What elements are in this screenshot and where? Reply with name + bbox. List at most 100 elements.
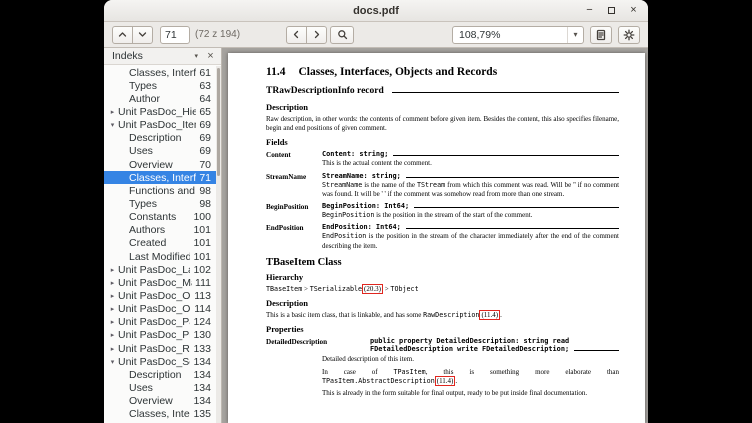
index-tree-row[interactable]: ▸Unit PasDoc_Main111 <box>104 276 216 289</box>
class-heading: TBaseItem Class <box>266 257 619 268</box>
field-declaration: Content: string; <box>322 150 388 158</box>
index-tree-row[interactable]: Overview70 <box>104 158 216 171</box>
tree-item-page-number: 69 <box>196 119 216 131</box>
field-entry: BeginPositionBeginPosition: Int64;BeginP… <box>266 202 619 220</box>
tree-item-label: Uses <box>129 382 190 394</box>
tree-item-label: Unit PasDoc_Reg <box>118 343 190 355</box>
index-tree-row[interactable]: ▸Unit PasDoc_Lan...102 <box>104 263 216 276</box>
index-tree-row[interactable]: Overview134 <box>104 395 216 408</box>
titlebar[interactable]: docs.pdf − × <box>104 0 648 22</box>
expander-closed-icon[interactable]: ▸ <box>107 292 118 300</box>
index-tree-row[interactable]: Description69 <box>104 132 216 145</box>
index-tree-row[interactable]: Classes, Interfa...135 <box>104 408 216 421</box>
text-run: This is already in the form suitable for… <box>322 389 587 397</box>
expander-closed-icon[interactable]: ▸ <box>107 331 118 339</box>
tree-item-label: Created <box>129 237 190 249</box>
annotate-button[interactable] <box>590 26 612 44</box>
text-run: TPasItem.AbstractDescription <box>322 377 435 385</box>
close-icon: × <box>630 5 636 16</box>
next-page-button[interactable] <box>132 26 153 44</box>
class-description-heading: Description <box>266 298 619 308</box>
class-hierarchy: TBaseItem > TSerializable(20.3) > TObjec… <box>266 285 619 294</box>
index-tree-row[interactable]: ▸Unit PasDoc_Hier...65 <box>104 105 216 118</box>
expander-open-icon[interactable]: ▾ <box>107 121 118 129</box>
index-tree-row[interactable]: ▸Unit PasDoc_Proc...130 <box>104 329 216 342</box>
expander-closed-icon[interactable]: ▸ <box>107 279 118 287</box>
sidebar-header[interactable]: Indeks ▾ × <box>104 48 221 65</box>
tree-item-label: Types <box>129 80 196 92</box>
tree-item-label: Constants <box>129 211 190 223</box>
expander-closed-icon[interactable]: ▸ <box>107 345 118 353</box>
scrollbar-thumb[interactable] <box>217 68 220 176</box>
minimize-button[interactable]: − <box>582 3 597 18</box>
chevron-right-icon <box>311 29 322 40</box>
index-tree-row[interactable]: Uses134 <box>104 381 216 394</box>
expander-open-icon[interactable]: ▾ <box>107 358 118 366</box>
index-tree-row[interactable]: ▸Unit PasDoc_Reg133 <box>104 342 216 355</box>
tree-item-page-number: 124 <box>190 316 216 328</box>
pdf-link[interactable]: (20.3) <box>362 284 383 294</box>
index-tree-row[interactable]: Constants100 <box>104 211 216 224</box>
property-paragraph: In case of TPasItem, this is something m… <box>322 368 619 386</box>
expander-closed-icon[interactable]: ▸ <box>107 318 118 326</box>
menu-button[interactable] <box>618 26 640 44</box>
fields-list: ContentContent: string;This is the actua… <box>266 150 619 250</box>
tree-item-page-number: 69 <box>196 132 216 144</box>
text-run: . <box>500 311 502 319</box>
expander-closed-icon[interactable]: ▸ <box>107 108 118 116</box>
index-tree-row[interactable]: Description134 <box>104 368 216 381</box>
tree-item-label: Functions and P... <box>129 185 196 197</box>
tree-item-page-number: 64 <box>196 93 216 105</box>
page-count-label: (72 z 194) <box>195 29 240 40</box>
index-tree-row[interactable]: ▾Unit PasDoc_Sca...134 <box>104 355 216 368</box>
tree-item-page-number: 69 <box>196 145 216 157</box>
document-area[interactable]: 11.4Classes, Interfaces, Objects and Rec… <box>222 48 648 423</box>
index-tree-row[interactable]: Authors101 <box>104 224 216 237</box>
sidebar-close-button[interactable]: × <box>204 50 217 62</box>
section-heading: 11.4Classes, Interfaces, Objects and Rec… <box>266 66 619 78</box>
tree-item-label: Author <box>129 93 196 105</box>
previous-page-button[interactable] <box>112 26 133 44</box>
page-number-input[interactable] <box>160 26 190 44</box>
sidebar-scrollbar[interactable] <box>216 66 221 423</box>
field-description: This is the actual content the comment. <box>322 159 619 168</box>
zoom-level-select[interactable]: 108,79% ▾ <box>452 26 584 44</box>
declaration-rule <box>414 207 619 208</box>
index-tree-row[interactable]: Types63 <box>104 79 216 92</box>
fields-heading: Fields <box>266 137 619 147</box>
expander-closed-icon[interactable]: ▸ <box>107 305 118 313</box>
search-icon <box>337 29 348 40</box>
toolbar: (72 z 194) 108,79% ▾ <box>104 22 648 48</box>
index-tree-row[interactable]: Created101 <box>104 237 216 250</box>
index-tree-row[interactable]: Functions and P...98 <box>104 184 216 197</box>
expander-closed-icon[interactable]: ▸ <box>107 266 118 274</box>
index-tree-row[interactable]: Classes, Interfa...61 <box>104 66 216 79</box>
history-forward-button[interactable] <box>306 26 327 44</box>
pdf-link[interactable]: (11.4) <box>479 310 500 320</box>
tree-item-page-number: 61 <box>196 67 216 79</box>
index-tree-row[interactable]: ▸Unit PasDoc_Opti...114 <box>104 303 216 316</box>
field-description: StreamName is the name of the TStream fr… <box>322 181 619 199</box>
tree-item-page-number: 134 <box>190 395 216 407</box>
search-button[interactable] <box>330 26 354 44</box>
index-tree-row[interactable]: ▾Unit PasDoc_Items69 <box>104 119 216 132</box>
index-tree-row[interactable]: Uses69 <box>104 145 216 158</box>
index-tree-row[interactable]: Classes, Interfa...71 <box>104 171 216 184</box>
description-heading: Description <box>266 102 619 112</box>
tree-item-label: Unit PasDoc_Main <box>118 277 192 289</box>
index-tree-row[interactable]: ▸Unit PasDoc_Parser124 <box>104 316 216 329</box>
index-tree-row[interactable]: ▸Unit PasDoc_Obj...113 <box>104 289 216 302</box>
field-declaration: StreamName: string; <box>322 172 401 180</box>
index-tree-row[interactable]: Types98 <box>104 197 216 210</box>
tree-item-page-number: 63 <box>196 80 216 92</box>
index-tree-row[interactable]: Author64 <box>104 92 216 105</box>
text-run: TObject <box>390 285 418 293</box>
window-controls: − × <box>582 0 641 21</box>
maximize-button[interactable] <box>604 3 619 18</box>
index-tree-row[interactable]: Last Modified101 <box>104 250 216 263</box>
close-button[interactable]: × <box>626 3 641 18</box>
field-term: StreamName <box>266 172 322 199</box>
index-tree: Classes, Interfa...61Types63Author64▸Uni… <box>104 65 221 423</box>
pdf-link[interactable]: (11.4) <box>435 376 456 386</box>
history-back-button[interactable] <box>286 26 307 44</box>
